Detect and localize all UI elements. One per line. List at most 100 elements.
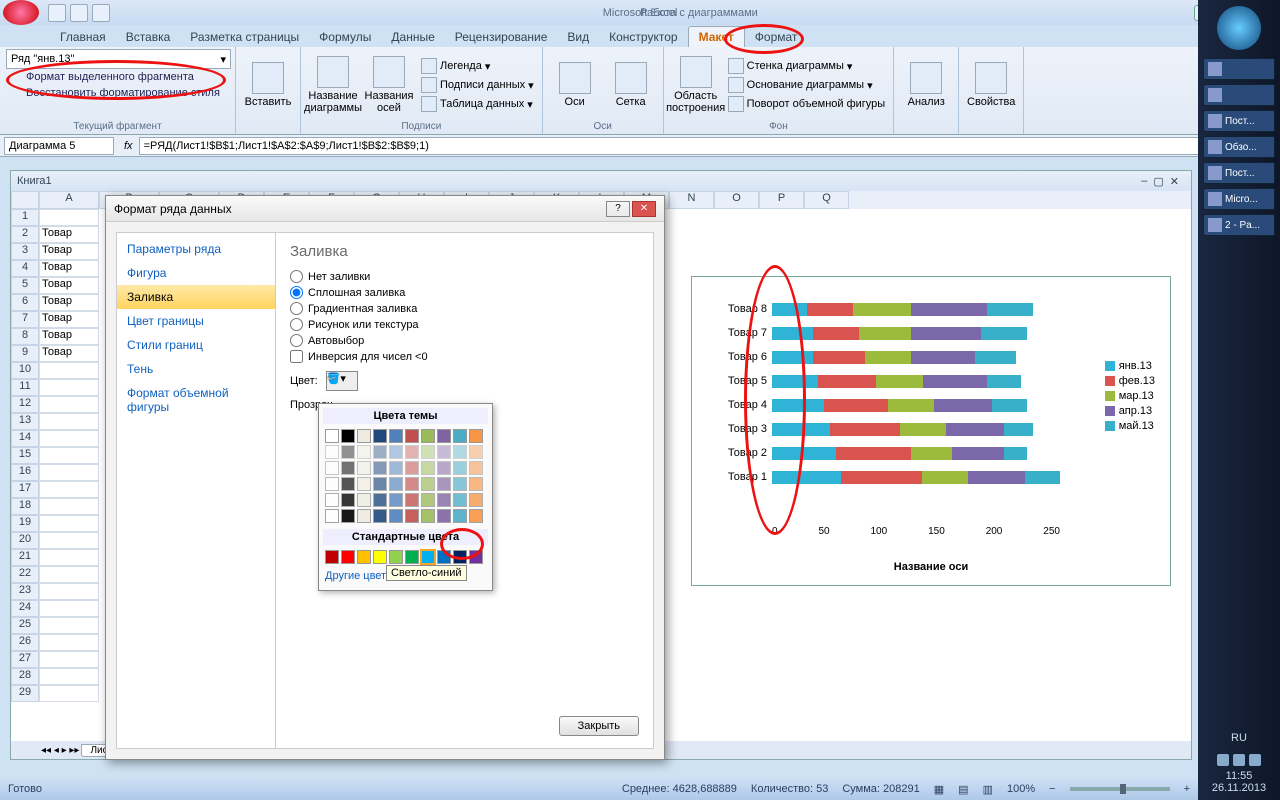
color-swatch[interactable] [325, 550, 339, 564]
bar-segment[interactable] [865, 351, 911, 364]
color-swatch[interactable] [453, 477, 467, 491]
bar-segment[interactable] [807, 303, 853, 316]
bar-row[interactable]: Товар 2 [772, 441, 1060, 465]
bar-segment[interactable] [911, 447, 952, 460]
wb-minimize-icon[interactable]: – [1141, 175, 1147, 188]
color-swatch[interactable] [453, 493, 467, 507]
view-layout-icon[interactable]: ▤ [958, 783, 968, 796]
bar-segment[interactable] [900, 423, 946, 436]
row-header[interactable]: 28 [11, 668, 39, 685]
color-swatch[interactable] [357, 509, 371, 523]
name-box[interactable]: Диаграмма 5 [4, 137, 114, 155]
row-header[interactable]: 5 [11, 277, 39, 294]
bar-segment[interactable] [818, 375, 876, 388]
tray-icon[interactable] [1233, 754, 1245, 766]
bar-segment[interactable] [772, 327, 813, 340]
color-swatch[interactable] [453, 429, 467, 443]
table-row[interactable]: 4Товар [11, 260, 99, 277]
color-swatch[interactable] [373, 509, 387, 523]
color-swatch[interactable] [389, 445, 403, 459]
cell[interactable]: Товар [39, 226, 99, 243]
table-row[interactable]: 21 [11, 549, 99, 566]
color-swatch[interactable] [469, 445, 483, 459]
col-N[interactable]: N [669, 191, 714, 209]
row-header[interactable]: 16 [11, 464, 39, 481]
bar-segment[interactable] [888, 399, 934, 412]
dialog-close-x-button[interactable]: ✕ [632, 201, 656, 217]
bar-row[interactable]: Товар 1 [772, 465, 1060, 489]
bar-segment[interactable] [876, 375, 922, 388]
bar-row[interactable]: Товар 8 [772, 297, 1060, 321]
row-header[interactable]: 9 [11, 345, 39, 362]
bar-segment[interactable] [934, 399, 992, 412]
color-swatch[interactable] [421, 550, 435, 564]
reset-style-button[interactable]: Восстановить форматирование стиля [6, 85, 229, 101]
table-row[interactable]: 22 [11, 566, 99, 583]
cell[interactable] [39, 549, 99, 566]
color-swatch[interactable] [437, 477, 451, 491]
row-header[interactable]: 18 [11, 498, 39, 515]
color-swatch[interactable] [389, 509, 403, 523]
save-icon[interactable] [48, 4, 66, 22]
row-header[interactable]: 7 [11, 311, 39, 328]
taskbar-item[interactable]: Пост... [1203, 162, 1275, 184]
cell[interactable] [39, 413, 99, 430]
table-row[interactable]: 23 [11, 583, 99, 600]
color-swatch[interactable] [453, 461, 467, 475]
row-header[interactable]: 27 [11, 651, 39, 668]
table-row[interactable]: 6Товар [11, 294, 99, 311]
bar-segment[interactable] [772, 399, 824, 412]
chart-legend[interactable]: янв.13 фев.13 мар.13 апр.13 май.13 [1105, 357, 1155, 435]
chart-floor-button[interactable]: Основание диаграммы ▾ [726, 76, 888, 94]
cell[interactable] [39, 634, 99, 651]
color-swatch[interactable] [405, 550, 419, 564]
system-tray[interactable] [1217, 754, 1261, 766]
sheet-nav-icon[interactable]: ◂◂ ◂ ▸ ▸▸ [41, 745, 79, 756]
color-swatch[interactable] [421, 429, 435, 443]
color-swatch[interactable] [373, 477, 387, 491]
color-swatch[interactable] [437, 429, 451, 443]
color-swatch[interactable] [469, 461, 483, 475]
bar-segment[interactable] [824, 399, 888, 412]
table-row[interactable]: 17 [11, 481, 99, 498]
color-swatch[interactable] [373, 461, 387, 475]
formula-input[interactable]: =РЯД(Лист1!$B$1;Лист1!$A$2:$A$9;Лист1!$B… [139, 137, 1276, 155]
cell[interactable] [39, 430, 99, 447]
cell[interactable] [39, 464, 99, 481]
table-row[interactable]: 18 [11, 498, 99, 515]
row-header[interactable]: 4 [11, 260, 39, 277]
radio-auto-fill[interactable] [290, 334, 303, 347]
office-button[interactable] [3, 0, 39, 25]
tray-icon[interactable] [1217, 754, 1229, 766]
col-A[interactable]: A [39, 191, 99, 209]
row-header[interactable]: 1 [11, 209, 39, 226]
bar-segment[interactable] [987, 303, 1033, 316]
bar-row[interactable]: Товар 5 [772, 369, 1060, 393]
table-row[interactable]: 2Товар [11, 226, 99, 243]
table-row[interactable]: 12 [11, 396, 99, 413]
fx-icon[interactable]: fx [118, 140, 139, 152]
row-header[interactable]: 20 [11, 532, 39, 549]
cell[interactable] [39, 532, 99, 549]
table-row[interactable]: 10 [11, 362, 99, 379]
start-button[interactable] [1217, 6, 1261, 50]
select-all-corner[interactable] [11, 191, 39, 209]
taskbar-item[interactable]: Пост... [1203, 110, 1275, 132]
cell[interactable] [39, 379, 99, 396]
bar-segment[interactable] [772, 471, 841, 484]
color-swatch[interactable] [437, 445, 451, 459]
col-P[interactable]: P [759, 191, 804, 209]
table-row[interactable]: 1 [11, 209, 99, 226]
bar-segment[interactable] [772, 447, 836, 460]
checkbox-invert-negative[interactable] [290, 350, 303, 363]
bar-segment[interactable] [946, 423, 1004, 436]
table-row[interactable]: 3Товар [11, 243, 99, 260]
chart-wall-button[interactable]: Стенка диаграммы ▾ [726, 57, 888, 75]
bar-segment[interactable] [772, 375, 818, 388]
table-row[interactable]: 13 [11, 413, 99, 430]
color-swatch[interactable] [341, 493, 355, 507]
row-header[interactable]: 2 [11, 226, 39, 243]
row-header[interactable]: 25 [11, 617, 39, 634]
tab-formulas[interactable]: Формулы [309, 27, 381, 47]
axes-button[interactable]: Оси [549, 49, 601, 121]
